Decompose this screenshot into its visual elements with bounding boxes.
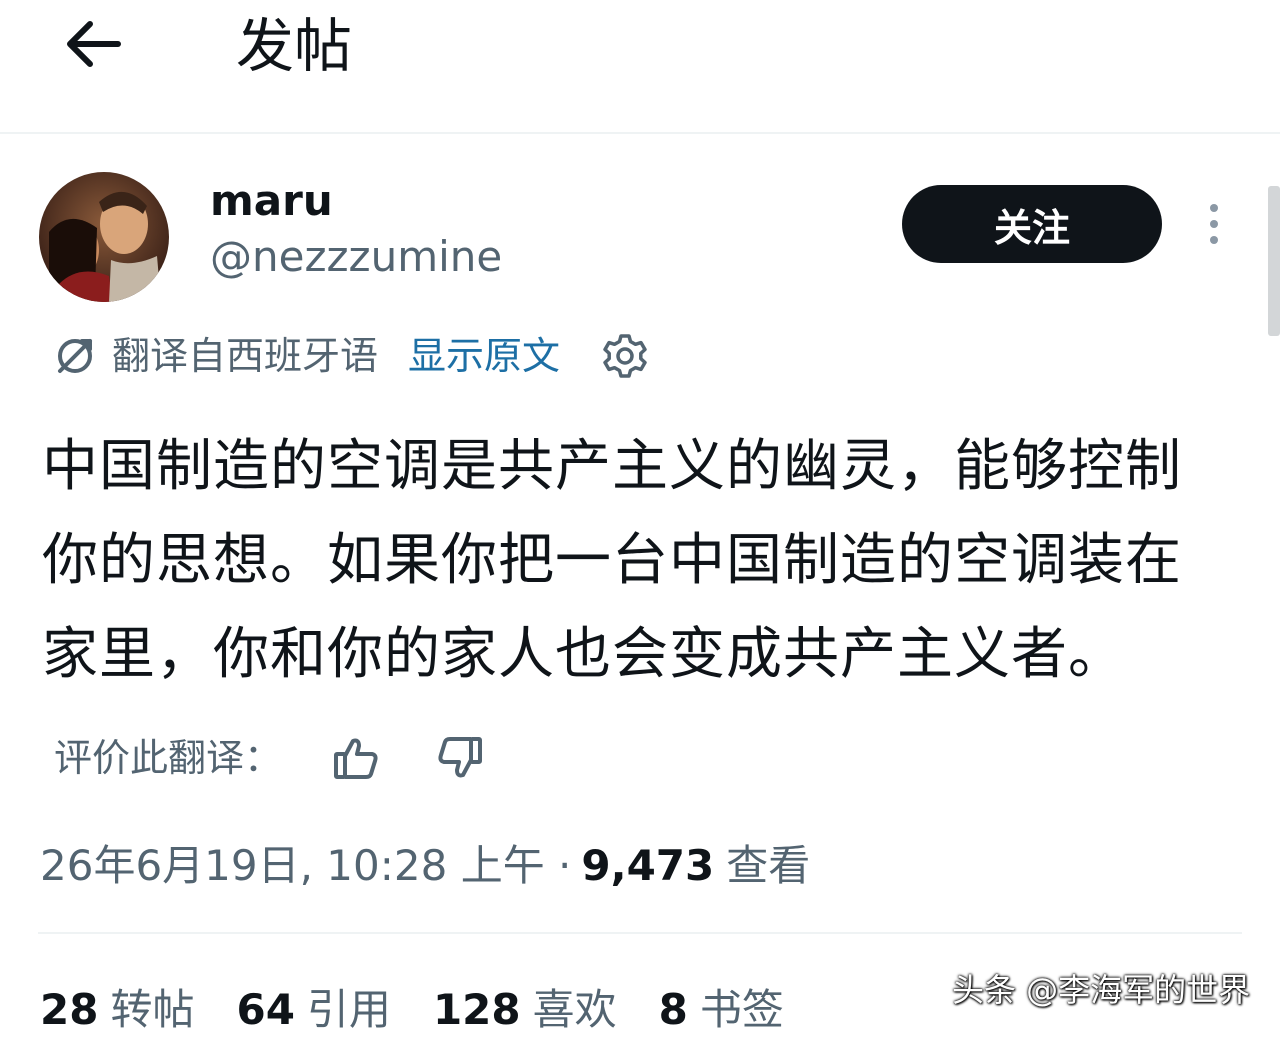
bookmarks-label: 书签: [699, 985, 784, 1034]
view-count: 9,473: [581, 841, 715, 890]
translation-bar: 翻译自西班牙语 显示原文: [52, 328, 650, 384]
dislike-translation-button[interactable]: [432, 730, 488, 786]
view-count-label: 查看: [726, 841, 811, 890]
more-vertical-icon: [1210, 204, 1218, 212]
follow-button[interactable]: 关注: [902, 185, 1162, 263]
retweets-count: 28: [40, 985, 99, 1034]
like-translation-button[interactable]: [328, 730, 384, 786]
likes-stat[interactable]: 128 喜欢: [433, 980, 617, 1040]
scrollbar[interactable]: [1268, 186, 1280, 336]
top-bar: 发帖: [0, 0, 1280, 134]
quotes-stat[interactable]: 64 引用: [236, 980, 390, 1040]
back-button[interactable]: [56, 12, 128, 76]
quotes-count: 64: [236, 985, 295, 1034]
arrow-left-icon: [67, 21, 121, 67]
author-handle[interactable]: @nezzzumine: [210, 230, 502, 284]
tweet-text: 中国制造的空调是共产主义的幽灵，能够控制你的思想。如果你把一台中国制造的空调装在…: [42, 434, 1182, 687]
thumbs-down-icon: [438, 737, 483, 778]
watermark: 头条 @李海军的世界: [952, 971, 1251, 1009]
more-options-button[interactable]: [1196, 196, 1232, 252]
thumbs-up-icon: [334, 738, 378, 779]
rate-translation-label: 评价此翻译：: [54, 736, 283, 780]
author-name[interactable]: maru: [210, 176, 333, 226]
translate-icon: [58, 339, 92, 373]
retweets-label: 转帖: [110, 985, 195, 1034]
engagement-stats: 28 转帖 64 引用 128 喜欢 8 书签: [40, 980, 826, 1040]
likes-label: 喜欢: [532, 985, 617, 1034]
avatar[interactable]: [39, 172, 169, 302]
tweet-meta: 26年6月19日, 10:28 上午 · 9,473 查看: [40, 834, 810, 898]
show-original-link[interactable]: 显示原文: [408, 328, 560, 384]
bookmarks-stat[interactable]: 8 书签: [659, 980, 784, 1040]
bookmarks-count: 8: [658, 985, 688, 1034]
quotes-label: 引用: [306, 985, 391, 1034]
timestamp[interactable]: 26年6月19日, 10:28 上午 ·: [40, 834, 571, 898]
divider: [38, 932, 1242, 934]
rate-translation: 评价此翻译：: [54, 728, 488, 788]
translation-label: 翻译自西班牙语: [112, 334, 379, 378]
gear-icon[interactable]: [600, 331, 650, 381]
likes-count: 128: [432, 985, 521, 1034]
page-title: 发帖: [236, 12, 353, 80]
retweets-stat[interactable]: 28 转帖: [40, 980, 194, 1040]
